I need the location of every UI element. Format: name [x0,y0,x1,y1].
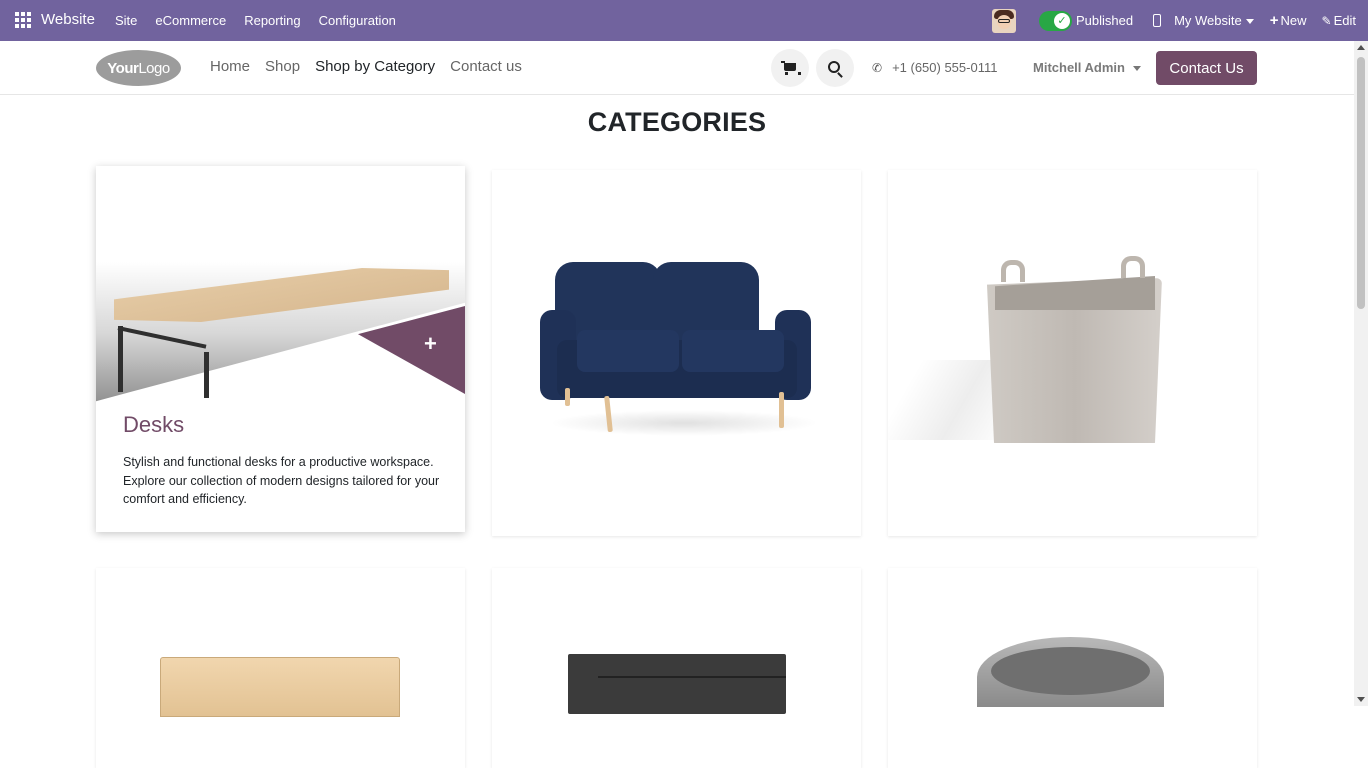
website-switcher[interactable]: My Website [1174,13,1254,28]
pencil-icon: ✎ [1321,14,1332,28]
phone-contact[interactable]: ✆ +1 (650) 555-0111 [872,60,997,75]
desk-leg [204,352,209,398]
category-card-bins[interactable] [888,568,1257,768]
page-title: CATEGORIES [587,107,767,137]
scroll-up-arrow-icon[interactable] [1357,45,1365,50]
category-card-sofas[interactable] [492,170,861,536]
admin-right-tools: ✓ Published My Website + New ✎ Edit [991,0,1356,41]
site-logo[interactable]: Your Logo [96,50,181,86]
box-image [160,657,400,717]
user-menu[interactable]: Mitchell Admin [1033,60,1141,75]
basket-image [987,256,1162,445]
bin-image [977,637,1164,707]
phone-number: +1 (650) 555-0111 [892,60,998,75]
contact-us-button[interactable]: Contact Us [1156,51,1257,85]
chevron-down-icon [1245,19,1254,25]
admin-top-bar: Website Site eCommerce Reporting Configu… [0,0,1368,41]
published-label[interactable]: Published [1076,13,1133,28]
desk-leg [118,326,123,392]
website-switcher-label: My Website [1174,13,1242,28]
category-card-baskets[interactable] [888,170,1257,536]
nav-contact-us[interactable]: Contact us [450,58,522,75]
new-button[interactable]: + New [1270,12,1307,29]
logo-text-bold: Your [107,59,139,77]
category-card-desks[interactable]: + Desks Stylish and functional desks for… [96,166,465,532]
drawer-image [568,654,786,714]
search-icon [828,61,840,73]
cart-button[interactable] [771,49,809,87]
user-name: Mitchell Admin [1033,60,1125,75]
admin-menu-site[interactable]: Site [115,13,137,28]
logo-text-light: Logo [138,59,170,77]
sofa-image [539,262,819,452]
category-card-drawers[interactable] [492,568,861,768]
edit-label: Edit [1333,13,1356,28]
admin-menu-reporting[interactable]: Reporting [244,13,300,28]
mobile-preview-icon[interactable] [1153,14,1162,27]
chevron-down-icon [1132,66,1141,72]
scroll-down-arrow-icon[interactable] [1357,697,1365,702]
plus-icon: + [1269,12,1279,29]
scroll-thumb[interactable] [1357,57,1365,309]
user-avatar[interactable] [991,8,1016,33]
phone-icon: ✆ [872,60,883,75]
page-scrollbar[interactable] [1354,41,1368,706]
admin-brand[interactable]: Website [41,11,95,28]
edit-button[interactable]: ✎ Edit [1322,13,1356,28]
new-label: New [1280,13,1307,28]
nav-shop-by-category[interactable]: Shop by Category [315,58,435,75]
site-header: Your Logo Home Shop Shop by Category Cont… [0,41,1354,95]
search-button[interactable] [816,49,854,87]
apps-grid-icon[interactable] [15,12,31,28]
admin-menu-ecommerce[interactable]: eCommerce [155,13,226,28]
cart-icon [781,61,801,75]
category-description: Stylish and functional desks for a produ… [123,455,440,506]
category-card-boxes[interactable] [96,568,465,768]
main-nav: Home Shop Shop by Category Contact us [210,58,522,75]
admin-menu-configuration[interactable]: Configuration [319,13,396,28]
plus-icon[interactable]: + [424,331,437,357]
category-name[interactable]: Desks [123,412,184,438]
admin-menu: Site eCommerce Reporting Configuration [115,13,396,28]
nav-home[interactable]: Home [210,58,250,75]
nav-shop[interactable]: Shop [265,58,300,75]
publish-toggle[interactable]: ✓ [1038,10,1072,31]
check-icon: ✓ [1053,12,1070,29]
